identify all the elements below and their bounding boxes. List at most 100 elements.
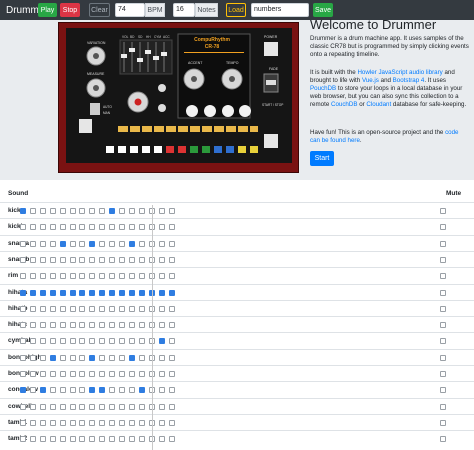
step-checkbox[interactable] [69, 403, 76, 410]
step-checkbox[interactable] [119, 419, 125, 426]
step-checkbox[interactable] [168, 208, 175, 214]
step-checkbox[interactable] [138, 305, 145, 312]
pattern-name-input[interactable]: numbers [251, 3, 309, 17]
step-checkbox[interactable] [39, 322, 46, 329]
step-checkbox[interactable] [109, 436, 116, 443]
start-button[interactable]: Start [310, 151, 334, 166]
step-checkbox[interactable] [79, 371, 86, 377]
step-checkbox[interactable] [49, 305, 56, 312]
step-checkbox[interactable] [20, 403, 26, 410]
step-checkbox[interactable] [49, 371, 56, 377]
step-checkbox[interactable] [168, 273, 175, 280]
step-checkbox[interactable] [49, 289, 56, 296]
step-checkbox[interactable] [89, 289, 96, 296]
step-checkbox[interactable] [109, 419, 116, 426]
step-checkbox[interactable] [99, 224, 106, 231]
step-checkbox[interactable] [99, 256, 106, 263]
step-checkbox[interactable] [79, 289, 86, 296]
step-checkbox[interactable] [109, 371, 116, 377]
notes-input[interactable]: 16 [173, 3, 195, 17]
step-checkbox[interactable] [168, 354, 175, 361]
step-checkbox[interactable] [59, 338, 66, 345]
step-checkbox[interactable] [89, 338, 96, 345]
step-checkbox[interactable] [158, 322, 165, 329]
step-checkbox[interactable] [20, 436, 26, 443]
mute-checkbox[interactable] [440, 436, 446, 443]
step-checkbox[interactable] [89, 256, 96, 263]
step-checkbox[interactable] [168, 289, 175, 296]
step-checkbox[interactable] [49, 436, 56, 443]
inline-link[interactable]: Howler JavaScript audio library [357, 69, 442, 76]
step-checkbox[interactable] [138, 371, 145, 377]
step-checkbox[interactable] [20, 354, 26, 361]
step-checkbox[interactable] [119, 387, 125, 394]
step-checkbox[interactable] [99, 354, 106, 361]
step-checkbox[interactable] [20, 289, 26, 296]
step-checkbox[interactable] [39, 436, 46, 443]
load-button[interactable]: Load [226, 3, 246, 17]
mute-checkbox[interactable] [440, 338, 446, 345]
step-checkbox[interactable] [59, 354, 66, 361]
step-checkbox[interactable] [138, 208, 145, 214]
step-checkbox[interactable] [119, 338, 125, 345]
clear-button[interactable]: Clear [89, 3, 110, 17]
save-button[interactable]: Save [313, 3, 333, 17]
step-checkbox[interactable] [20, 208, 26, 214]
step-checkbox[interactable] [59, 322, 66, 329]
step-checkbox[interactable] [79, 305, 86, 312]
step-checkbox[interactable] [109, 354, 116, 361]
step-checkbox[interactable] [49, 273, 56, 280]
step-checkbox[interactable] [89, 224, 96, 231]
step-checkbox[interactable] [138, 419, 145, 426]
step-checkbox[interactable] [69, 289, 76, 296]
stop-button[interactable]: Stop [60, 3, 80, 17]
inline-link[interactable]: Bootstrap 4 [393, 77, 425, 84]
step-checkbox[interactable] [128, 403, 135, 410]
step-checkbox[interactable] [138, 387, 145, 394]
step-checkbox[interactable] [158, 387, 165, 394]
step-checkbox[interactable] [158, 419, 165, 426]
step-checkbox[interactable] [69, 305, 76, 312]
step-checkbox[interactable] [99, 436, 106, 443]
inline-link[interactable]: Vue.js [362, 77, 379, 84]
step-checkbox[interactable] [119, 240, 125, 247]
step-checkbox[interactable] [119, 354, 125, 361]
inline-link[interactable]: CouchDB [331, 101, 357, 108]
step-checkbox[interactable] [168, 387, 175, 394]
step-checkbox[interactable] [89, 387, 96, 394]
step-checkbox[interactable] [49, 419, 56, 426]
step-checkbox[interactable] [49, 403, 56, 410]
step-checkbox[interactable] [39, 240, 46, 247]
step-checkbox[interactable] [128, 354, 135, 361]
step-checkbox[interactable] [109, 240, 116, 247]
step-checkbox[interactable] [89, 322, 96, 329]
step-checkbox[interactable] [128, 289, 135, 296]
step-checkbox[interactable] [158, 403, 165, 410]
step-checkbox[interactable] [99, 322, 106, 329]
step-checkbox[interactable] [20, 387, 26, 394]
step-checkbox[interactable] [39, 371, 46, 377]
step-checkbox[interactable] [109, 256, 116, 263]
step-checkbox[interactable] [168, 403, 175, 410]
step-checkbox[interactable] [49, 387, 56, 394]
step-checkbox[interactable] [79, 403, 86, 410]
step-checkbox[interactable] [138, 338, 145, 345]
step-checkbox[interactable] [79, 387, 86, 394]
step-checkbox[interactable] [89, 208, 96, 214]
step-checkbox[interactable] [79, 436, 86, 443]
step-checkbox[interactable] [109, 273, 116, 280]
mute-checkbox[interactable] [440, 289, 446, 296]
step-checkbox[interactable] [79, 338, 86, 345]
step-checkbox[interactable] [29, 305, 36, 312]
step-checkbox[interactable] [168, 322, 175, 329]
mute-checkbox[interactable] [440, 387, 446, 394]
step-checkbox[interactable] [99, 371, 106, 377]
step-checkbox[interactable] [39, 403, 46, 410]
mute-checkbox[interactable] [440, 419, 446, 426]
mute-checkbox[interactable] [440, 240, 446, 247]
step-checkbox[interactable] [69, 240, 76, 247]
step-checkbox[interactable] [59, 289, 66, 296]
step-checkbox[interactable] [158, 224, 165, 231]
step-checkbox[interactable] [59, 224, 66, 231]
step-checkbox[interactable] [59, 436, 66, 443]
